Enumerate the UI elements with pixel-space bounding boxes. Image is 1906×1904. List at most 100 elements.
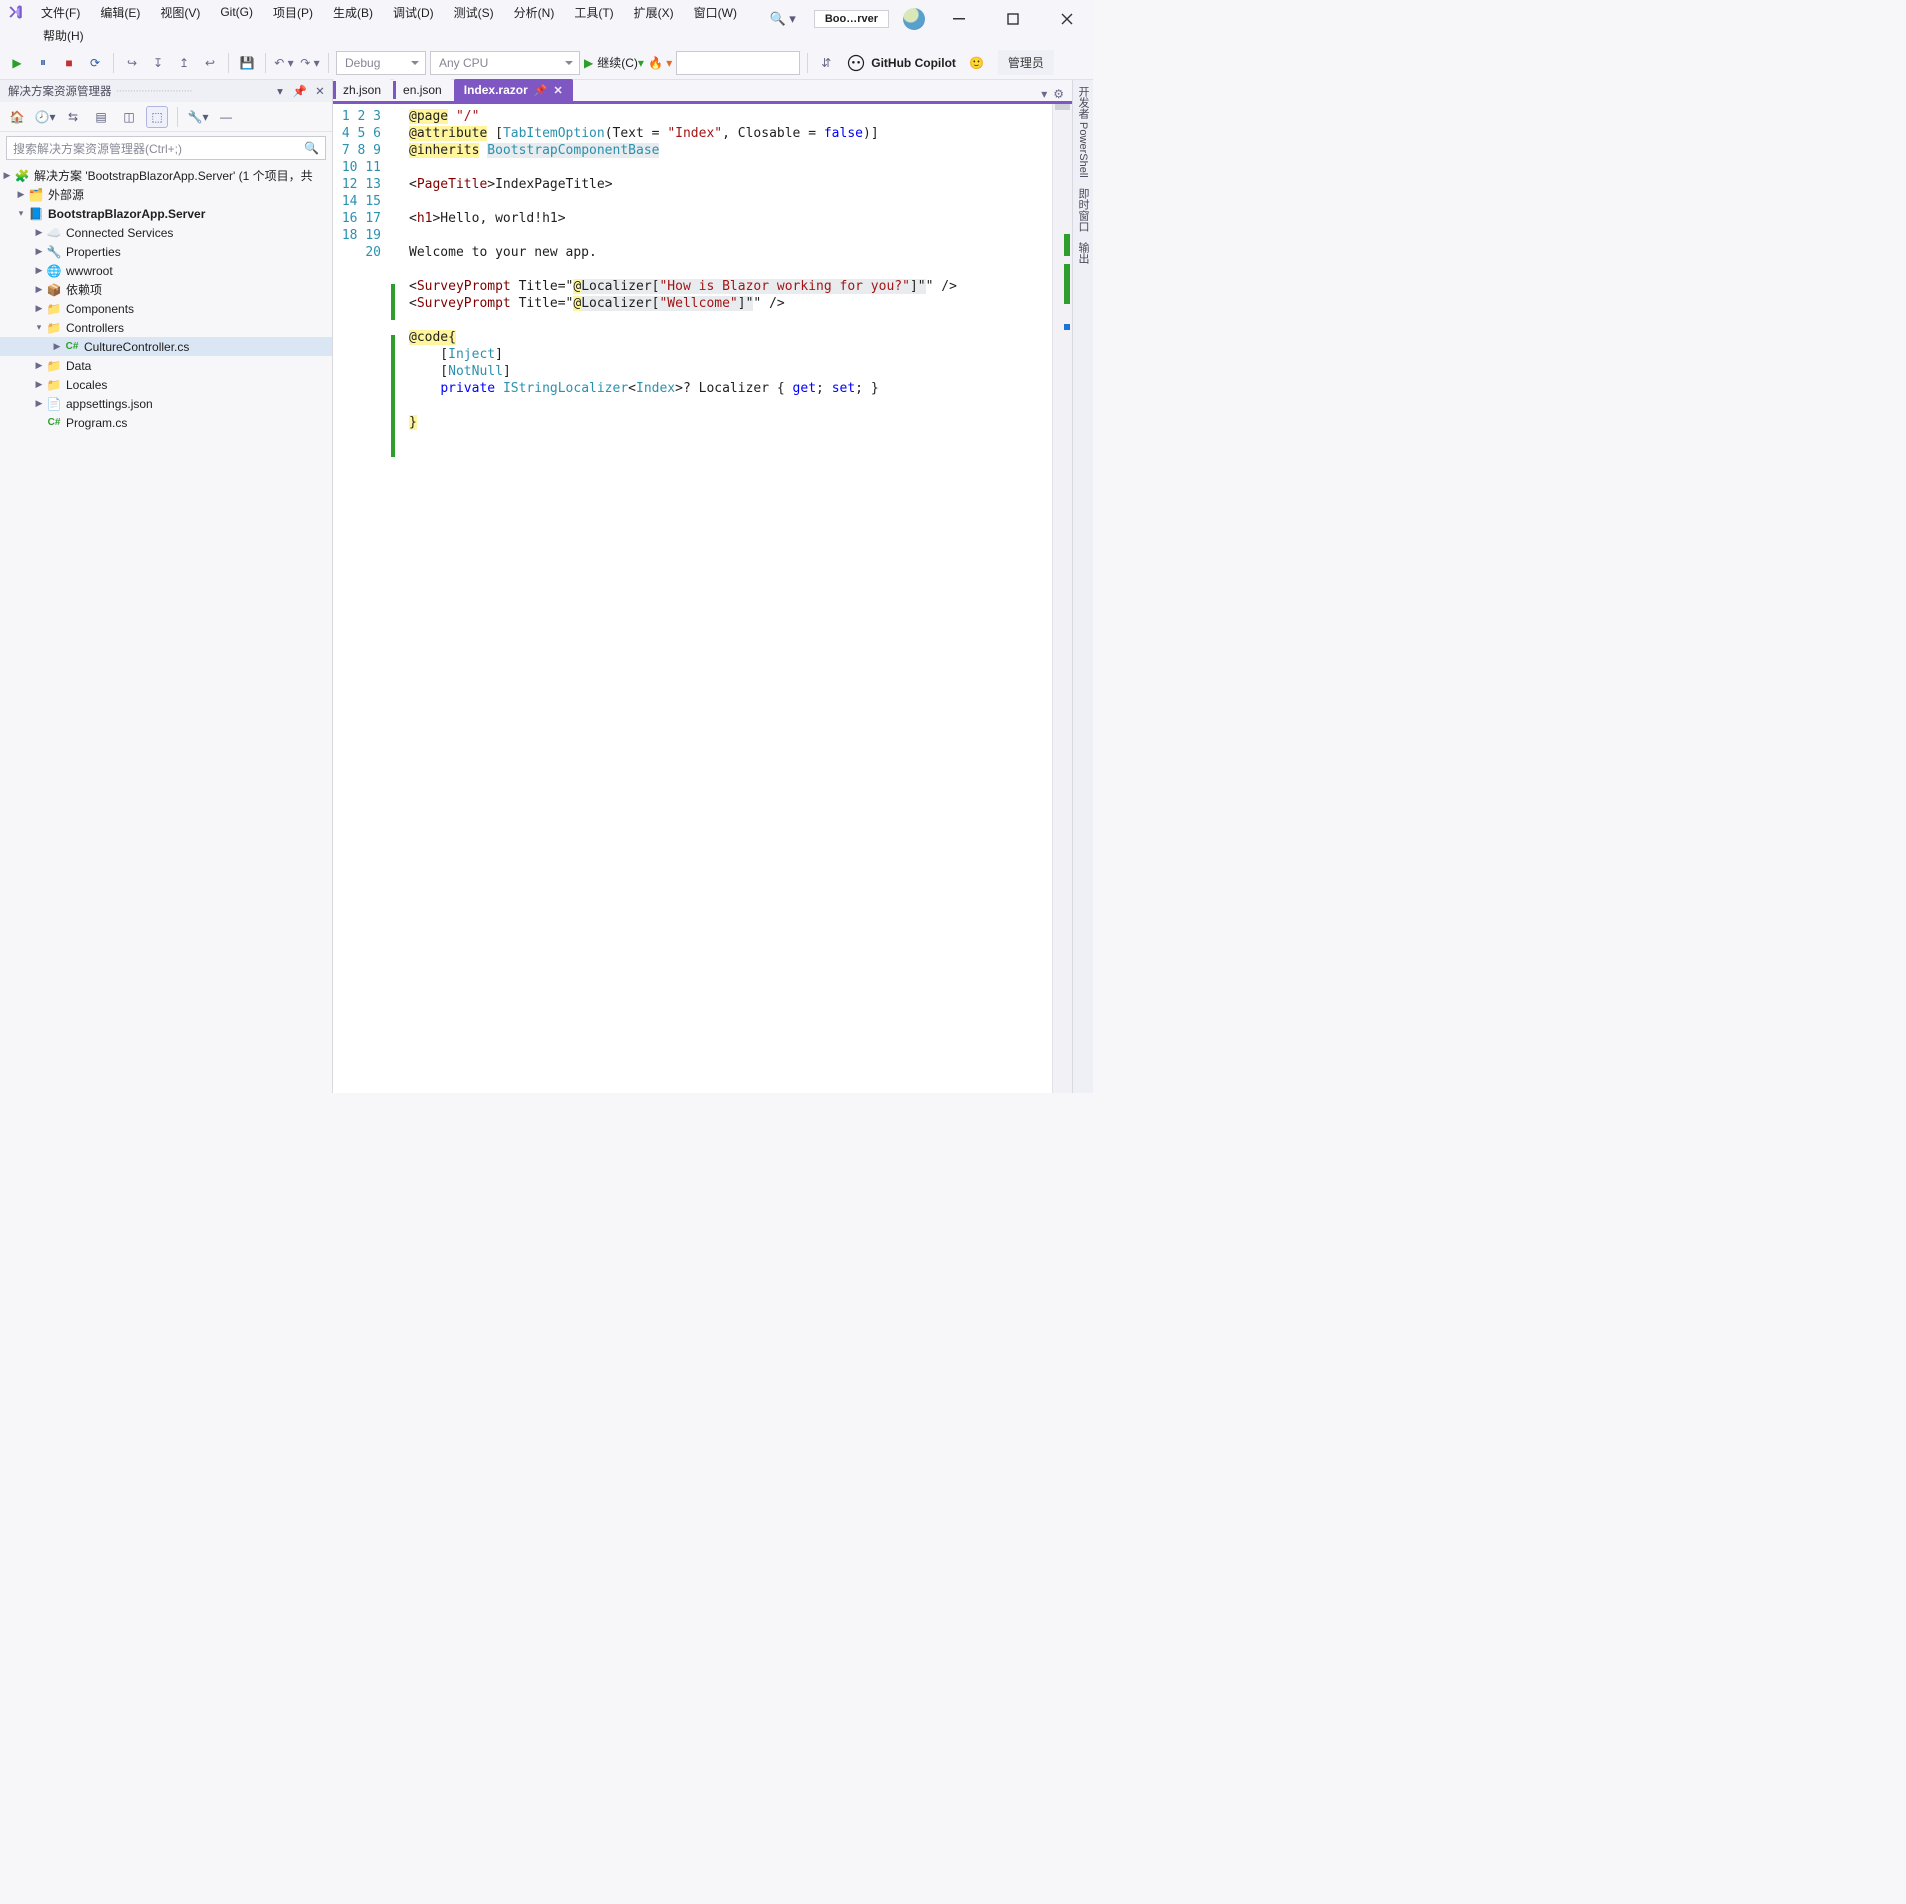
tab-zhjson[interactable]: zh.json xyxy=(333,79,391,101)
cs-file-icon: C# xyxy=(46,415,62,431)
tab-settings-icon[interactable]: ⚙ xyxy=(1053,87,1064,101)
panel-title-label: 解决方案资源管理器 xyxy=(8,83,112,99)
side-tab-immediate[interactable]: 即时窗口 xyxy=(1075,188,1091,232)
properties-icon[interactable]: 🔧▾ xyxy=(187,106,209,128)
pause-icon[interactable]: ⏸ xyxy=(32,52,54,74)
step-over-icon[interactable]: ↪ xyxy=(121,52,143,74)
tree-data[interactable]: ▶📁 Data xyxy=(0,356,332,375)
folder-icon: 📁 xyxy=(46,377,62,393)
tree-label: 解决方案 'BootstrapBlazorApp.Server' (1 个项目，… xyxy=(34,167,313,184)
tree-locales[interactable]: ▶📁 Locales xyxy=(0,375,332,394)
panel-title: 解决方案资源管理器 ··························· ▾ … xyxy=(0,80,332,102)
process-input[interactable] xyxy=(676,51,800,75)
tree-controllers[interactable]: ▾📁 Controllers xyxy=(0,318,332,337)
minimize-button[interactable] xyxy=(939,6,979,32)
globe-icon: 🌐 xyxy=(46,263,62,279)
menu-view[interactable]: 视图(V) xyxy=(151,1,209,24)
sync-icon[interactable]: ⇆ xyxy=(62,106,84,128)
tree-components[interactable]: ▶📁 Components xyxy=(0,299,332,318)
redo-icon[interactable]: ↷ ▾ xyxy=(299,52,321,74)
copilot-button[interactable]: GitHub Copilot xyxy=(841,54,962,72)
tab-label: Index.razor xyxy=(464,83,528,97)
side-tab-powershell[interactable]: 开发者 PowerShell xyxy=(1075,86,1091,178)
side-tab-output[interactable]: 输出 xyxy=(1075,242,1091,264)
menu-analyze[interactable]: 分析(N) xyxy=(505,1,564,24)
track-active-icon[interactable]: ⬚ xyxy=(146,106,168,128)
preview-icon[interactable]: — xyxy=(215,106,237,128)
start-icon[interactable]: ▶ xyxy=(6,52,28,74)
tab-enjson[interactable]: en.json xyxy=(393,79,452,101)
menu-ext[interactable]: 扩展(X) xyxy=(625,1,683,24)
home-icon[interactable]: 🏠 xyxy=(6,106,28,128)
tree-appsettings[interactable]: ▶📄 appsettings.json xyxy=(0,394,332,413)
panel-pin-icon[interactable]: 📌 xyxy=(292,84,308,98)
restart-icon[interactable]: ⟳ xyxy=(84,52,106,74)
collapse-icon[interactable]: ▤ xyxy=(90,106,112,128)
menu-help[interactable]: 帮助(H) xyxy=(34,24,93,47)
close-button[interactable] xyxy=(1047,6,1087,32)
connected-icon: ☁️ xyxy=(46,225,62,241)
menu-test[interactable]: 测试(S) xyxy=(445,1,503,24)
menu-tools[interactable]: 工具(T) xyxy=(565,1,622,24)
menu-edit[interactable]: 编辑(E) xyxy=(91,1,149,24)
panel-toolbar: 🏠 🕗▾ ⇆ ▤ ◫ ⬚ 🔧▾ — xyxy=(0,102,332,132)
tree-deps[interactable]: ▶📦 依赖项 xyxy=(0,280,332,299)
hot-reload-icon[interactable]: 🔥 ▾ xyxy=(648,52,672,74)
main-toolbar: ▶ ⏸ ■ ⟳ ↪ ↧ ↥ ↩ 💾 ↶ ▾ ↷ ▾ Debug Any CPU … xyxy=(0,46,1093,80)
user-avatar[interactable] xyxy=(903,8,925,30)
menu-build[interactable]: 生成(B) xyxy=(324,1,382,24)
step-into-icon[interactable]: ↧ xyxy=(147,52,169,74)
right-tool-tabs: 开发者 PowerShell 即时窗口 输出 xyxy=(1072,80,1093,1093)
menu-file[interactable]: 文件(F) xyxy=(32,1,89,24)
editor: zh.json en.json Index.razor 📌 ✕ ▾ ⚙ 1 2 … xyxy=(333,80,1072,1093)
solution-icon: 🧩 xyxy=(14,168,30,184)
step-back-icon[interactable]: ↩ xyxy=(199,52,221,74)
package-icon: 📦 xyxy=(46,282,62,298)
tree-properties[interactable]: ▶🔧 Properties xyxy=(0,242,332,261)
continue-button[interactable]: ▶ 继续(C) ▾ xyxy=(584,52,644,74)
undo-icon[interactable]: ↶ ▾ xyxy=(273,52,295,74)
stop-icon[interactable]: ■ xyxy=(58,52,80,74)
menu-window[interactable]: 窗口(W) xyxy=(685,1,746,24)
menu-git[interactable]: Git(G) xyxy=(211,2,262,22)
csproj-icon: 📘 xyxy=(28,206,44,222)
solution-tree[interactable]: ▶🧩 解决方案 'BootstrapBlazorApp.Server' (1 个… xyxy=(0,164,332,1093)
maximize-button[interactable] xyxy=(993,6,1033,32)
history-icon[interactable]: 🕗▾ xyxy=(34,106,56,128)
tree-external[interactable]: ▶🗂️ 外部源 xyxy=(0,185,332,204)
menu-project[interactable]: 项目(P) xyxy=(264,1,322,24)
code-area[interactable]: 1 2 3 4 5 6 7 8 9 10 11 12 13 14 15 16 1… xyxy=(333,104,1072,1093)
vs-logo-icon xyxy=(6,3,24,21)
tab-overflow-icon[interactable]: ▾ xyxy=(1041,87,1047,101)
wrench-icon: 🔧 xyxy=(46,244,62,260)
show-all-icon[interactable]: ◫ xyxy=(118,106,140,128)
panel-close-icon[interactable]: ✕ xyxy=(312,84,328,98)
save-icon[interactable]: 💾 xyxy=(236,52,258,74)
tree-wwwroot[interactable]: ▶🌐 wwwroot xyxy=(0,261,332,280)
tree-label: Controllers xyxy=(66,321,124,335)
tree-project[interactable]: ▾📘 BootstrapBlazorApp.Server xyxy=(0,204,332,223)
step-out-icon[interactable]: ↥ xyxy=(173,52,195,74)
tab-indexrazor[interactable]: Index.razor 📌 ✕ xyxy=(454,79,573,101)
feedback-icon[interactable]: 🙂 xyxy=(966,52,988,74)
menu-debug[interactable]: 调试(D) xyxy=(384,1,443,24)
panel-search[interactable]: 搜索解决方案资源管理器(Ctrl+;) 🔍 xyxy=(6,136,326,160)
code-content[interactable]: @page "/" @attribute [TabItemOption(Text… xyxy=(391,104,1052,1093)
tree-program[interactable]: C# Program.cs xyxy=(0,413,332,432)
tree-connected[interactable]: ▶☁️ Connected Services xyxy=(0,223,332,242)
solution-explorer: 解决方案资源管理器 ··························· ▾ … xyxy=(0,80,333,1093)
config-dropdown[interactable]: Debug xyxy=(336,51,426,75)
panel-dropdown-icon[interactable]: ▾ xyxy=(272,84,288,98)
panel-search-placeholder: 搜索解决方案资源管理器(Ctrl+;) xyxy=(13,140,182,157)
solution-name-chip[interactable]: Boo…rver xyxy=(814,10,889,28)
tree-label: BootstrapBlazorApp.Server xyxy=(48,207,205,221)
tree-culturecontroller[interactable]: ▶C# CultureController.cs xyxy=(0,337,332,356)
tab-label: zh.json xyxy=(343,83,381,97)
platform-dropdown[interactable]: Any CPU xyxy=(430,51,580,75)
close-icon[interactable]: ✕ xyxy=(553,84,562,97)
search-icon[interactable]: 🔍 ▾ xyxy=(765,9,799,29)
pin-icon[interactable]: 📌 xyxy=(534,84,548,97)
overview-ruler[interactable] xyxy=(1052,104,1072,1093)
tree-solution[interactable]: ▶🧩 解决方案 'BootstrapBlazorApp.Server' (1 个… xyxy=(0,166,332,185)
settings-icon[interactable]: ⇵ xyxy=(815,52,837,74)
